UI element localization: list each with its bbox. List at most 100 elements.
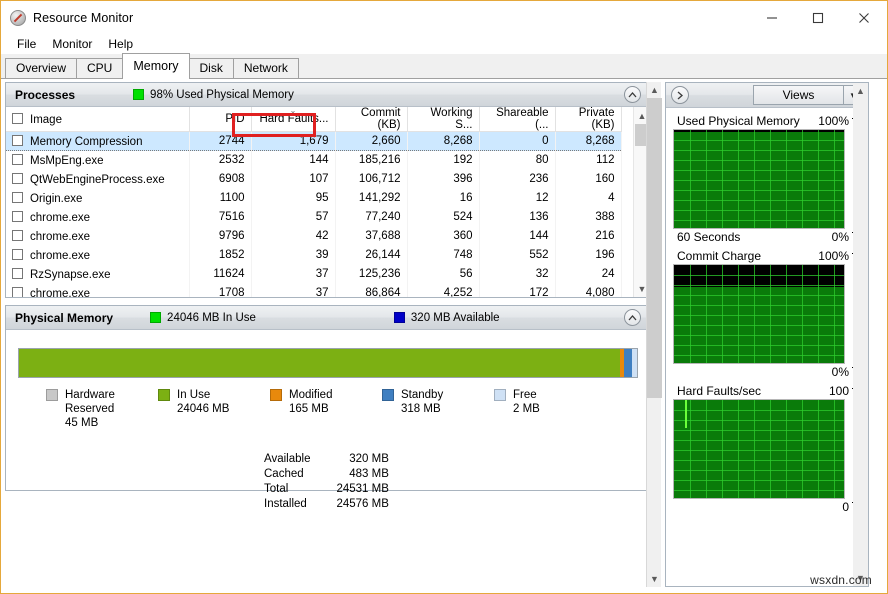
views-label: Views [782,88,815,102]
legend-label-in-use: In Use [177,389,211,401]
cell-pid: 6908 [189,169,252,189]
standby-swatch [382,389,394,401]
tab-network[interactable]: Network [232,58,299,78]
column-header-hard-faults[interactable]: ⌄ Hard Faults... [251,107,336,132]
cell-working-set: 524 [407,207,480,227]
cell-hard-faults: 1,679 [251,131,336,151]
legend-label-standby: Standby [401,389,444,401]
table-row[interactable]: chrome.exe 7516 57 77,240 524 136 388 [6,207,622,227]
table-row[interactable]: MsMpEng.exe 2532 144 185,216 192 80 112 [6,150,622,170]
cell-shareable: 172 [479,283,556,297]
column-header-private[interactable]: Private (KB) [555,107,622,132]
cell-image: chrome.exe [30,211,91,224]
row-checkbox[interactable] [12,191,23,203]
row-checkbox[interactable] [12,286,23,297]
graph-max-commit-charge: 100% [818,249,849,263]
physical-memory-header[interactable]: Physical Memory 24046 MB In Use 320 MB A… [6,306,649,330]
close-button[interactable] [841,1,887,34]
processes-header[interactable]: Processes 98% Used Physical Memory [6,83,649,107]
in-use-label: 24046 MB In Use [167,311,256,324]
chevron-right-icon[interactable] [671,86,689,104]
maximize-button[interactable] [795,1,841,34]
cell-private: 4 [555,188,622,208]
graph-canvas-commit-charge [673,264,845,364]
cell-shareable: 0 [479,131,556,151]
menu-help[interactable]: Help [100,36,141,52]
row-checkbox[interactable] [12,172,23,184]
table-row[interactable]: Memory Compression 2744 1,679 2,660 8,26… [6,131,622,151]
scrollbar-thumb[interactable] [647,98,662,398]
select-all-checkbox[interactable] [12,112,23,124]
in-use-swatch [150,312,162,323]
menu-bar: File Monitor Help [1,34,887,54]
table-row[interactable]: chrome.exe 1708 37 86,864 4,252 172 4,08… [6,283,622,298]
row-checkbox[interactable] [12,229,23,241]
row-checkbox[interactable] [12,248,23,260]
graphs-scrollbar[interactable]: ▲ ▼ [853,83,868,586]
legend-item-in-use: In Use 24046 MB [158,388,270,430]
row-checkbox[interactable] [12,134,23,146]
scroll-down-icon[interactable]: ▼ [647,571,662,587]
table-row[interactable]: QtWebEngineProcess.exe 6908 107 106,712 … [6,169,622,189]
tab-disk[interactable]: Disk [188,58,234,78]
cell-commit: 2,660 [335,131,408,151]
legend-value-in-use: 24046 MB [177,403,230,415]
table-row[interactable]: Origin.exe 1100 95 141,292 16 12 4 [6,188,622,208]
stat-row-total: Total 24531 MB [264,482,389,497]
physical-memory-title: Physical Memory [15,310,114,325]
row-checkbox[interactable] [12,267,23,279]
column-header-working-set[interactable]: Working S... [407,107,480,132]
column-header-pid[interactable]: PID [189,107,252,132]
graph-min-used-physical-memory: 0% [831,230,849,244]
sort-chevron-icon: ⌄ [289,107,297,115]
chevron-up-icon[interactable] [624,86,641,103]
cell-pid: 7516 [189,207,252,227]
table-row[interactable]: RzSynapse.exe 11624 37 125,236 56 32 24 [6,264,622,284]
window-controls [749,1,887,34]
cell-working-set: 360 [407,226,480,246]
tab-overview[interactable]: Overview [5,58,78,78]
tab-cpu[interactable]: CPU [76,58,124,78]
views-button[interactable]: Views ▼ [753,85,863,105]
tab-memory[interactable]: Memory [122,53,190,79]
cell-image: chrome.exe [30,287,91,298]
graph-canvas-hard-faults [673,399,845,499]
cell-hard-faults: 107 [251,169,336,189]
cell-private: 160 [555,169,622,189]
available-swatch [393,312,405,323]
menu-file[interactable]: File [9,36,44,52]
legend-value-hardware-reserved: 45 MB [65,417,99,429]
title-bar: Resource Monitor [1,1,887,34]
processes-table-container: Image PID ⌄ Hard Faults... Commit (KB) W… [6,107,649,297]
scroll-up-icon[interactable]: ▲ [647,82,662,98]
table-row[interactable]: chrome.exe 1852 39 26,144 748 552 196 [6,245,622,265]
graph-commit-charge: Commit Charge 100% 0% [673,249,861,379]
graph-min-hard-faults: 0 [842,500,849,514]
menu-monitor[interactable]: Monitor [44,36,100,52]
window-title: Resource Monitor [33,10,134,25]
available-label: 320 MB Available [410,311,500,324]
stat-label-cached: Cached [264,468,304,480]
column-header-image[interactable]: Image [6,107,190,132]
column-header-commit[interactable]: Commit (KB) [335,107,408,132]
row-checkbox[interactable] [12,210,23,222]
cell-image: RzSynapse.exe [30,268,111,281]
legend-value-modified: 165 MB [289,403,329,415]
stat-row-installed: Installed 24576 MB [264,497,389,512]
chevron-up-icon[interactable] [624,309,641,326]
available-legend: 320 MB Available [393,311,500,324]
left-pane: Processes 98% Used Physical Memory Image… [5,82,650,587]
table-row[interactable]: chrome.exe 9796 42 37,688 360 144 216 [6,226,622,246]
stat-row-cached: Cached 483 MB [264,467,389,482]
main-scrollbar[interactable]: ▲ ▼ [646,82,662,587]
scroll-up-icon[interactable]: ▲ [853,83,868,99]
graph-used-physical-memory: Used Physical Memory 100% 60 Seconds 0% [673,114,861,244]
processes-table: Image PID ⌄ Hard Faults... Commit (KB) W… [6,107,622,297]
graph-title-hard-faults: Hard Faults/sec [677,384,762,398]
column-header-shareable[interactable]: Shareable (... [479,107,556,132]
cell-working-set: 4,252 [407,283,480,297]
minimize-button[interactable] [749,1,795,34]
graph-timespan-label: 60 Seconds [677,230,741,244]
row-checkbox[interactable] [12,153,23,165]
bar-segment-in-use [19,349,621,377]
